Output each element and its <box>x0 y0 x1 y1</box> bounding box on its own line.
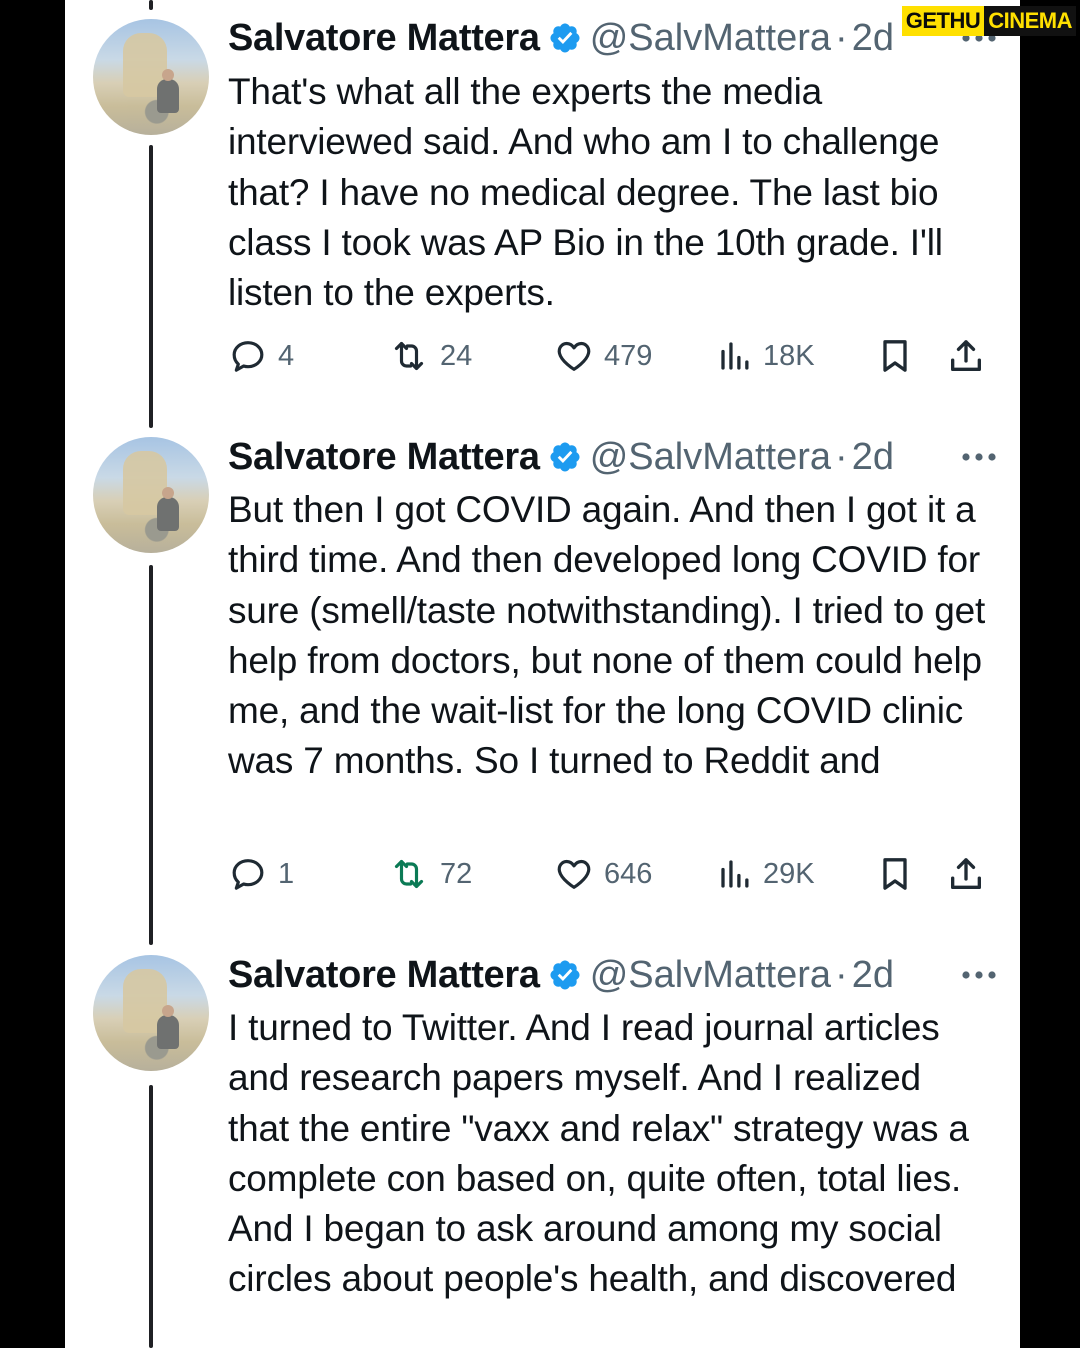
verified-badge-icon <box>548 440 582 474</box>
share-icon <box>951 340 981 371</box>
share-button[interactable] <box>946 331 986 381</box>
more-options-icon[interactable] <box>960 433 998 481</box>
author-handle[interactable]: @SalvMattera <box>590 954 831 997</box>
reply-icon <box>232 341 264 372</box>
reply-button[interactable]: 4 <box>228 331 294 381</box>
repost-button[interactable]: 24 <box>388 331 472 381</box>
share-button[interactable] <box>946 849 986 899</box>
author-name[interactable]: Salvatore Mattera <box>228 954 540 997</box>
views-button[interactable]: 29K <box>717 849 815 899</box>
separator: · <box>835 16 848 59</box>
thread-line <box>149 145 153 428</box>
verified-badge-icon <box>548 958 582 992</box>
analytics-icon <box>721 860 749 888</box>
reply-button[interactable]: 1 <box>228 849 294 899</box>
tweet-header: Salvatore Mattera @SalvMattera · 2d <box>228 14 998 62</box>
bookmark-icon <box>883 858 907 890</box>
analytics-icon <box>721 342 749 370</box>
author-handle[interactable]: @SalvMattera <box>590 436 831 479</box>
reply-count: 4 <box>278 339 295 372</box>
thread-line <box>149 0 153 10</box>
tweet-header: Salvatore Mattera @SalvMattera · 2d <box>228 433 998 481</box>
avatar-person <box>157 1005 179 1049</box>
heart-icon <box>557 859 591 889</box>
tweet-actions: 4 24 479 18K <box>228 331 1008 381</box>
share-icon <box>951 858 981 889</box>
view-count: 29K <box>763 857 815 890</box>
views-button[interactable]: 18K <box>717 331 815 381</box>
timestamp[interactable]: 2d <box>852 17 894 60</box>
avatar[interactable] <box>93 955 209 1071</box>
bookmark-button[interactable] <box>875 331 915 381</box>
reply-count: 1 <box>278 857 295 890</box>
repost-button[interactable]: 72 <box>388 849 472 899</box>
repost-icon <box>394 341 424 371</box>
bookmark-icon <box>883 340 907 372</box>
like-count: 646 <box>604 857 653 890</box>
more-options-icon[interactable] <box>960 951 998 999</box>
like-button[interactable]: 646 <box>554 849 652 899</box>
author-name[interactable]: Salvatore Mattera <box>228 17 540 60</box>
watermark-logo: GETHU CINEMA <box>901 6 1076 36</box>
author-name[interactable]: Salvatore Mattera <box>228 436 540 479</box>
thread-line <box>149 565 153 945</box>
tweet-text: But then I got COVID again. And then I g… <box>228 489 986 782</box>
like-count: 479 <box>604 339 653 372</box>
avatar-person <box>157 487 179 531</box>
reply-icon <box>232 859 264 890</box>
separator: · <box>835 435 848 478</box>
heart-icon <box>557 341 591 371</box>
tweet-text: That's what all the experts the media in… <box>228 71 943 314</box>
tweet-actions: 1 72 646 29K <box>228 849 1008 899</box>
repost-count: 72 <box>440 857 473 890</box>
thread-line <box>149 1085 153 1348</box>
timestamp[interactable]: 2d <box>852 436 894 479</box>
avatar-person <box>157 69 179 113</box>
watermark-part2: CINEMA <box>984 6 1076 36</box>
tweet-header: Salvatore Mattera @SalvMattera · 2d <box>228 951 998 999</box>
avatar[interactable] <box>93 437 209 553</box>
watermark-part1: GETHU <box>901 6 985 36</box>
view-count: 18K <box>763 339 815 372</box>
repost-count: 24 <box>440 339 473 372</box>
author-handle[interactable]: @SalvMattera <box>590 17 831 60</box>
verified-badge-icon <box>548 21 582 55</box>
separator: · <box>835 953 848 996</box>
bookmark-button[interactable] <box>875 849 915 899</box>
repost-icon <box>394 859 424 889</box>
avatar[interactable] <box>93 19 209 135</box>
timestamp[interactable]: 2d <box>852 954 894 997</box>
like-button[interactable]: 479 <box>554 331 652 381</box>
tweet-text: I turned to Twitter. And I read journal … <box>228 1007 969 1300</box>
timeline-panel: Salvatore Mattera @SalvMattera · 2d That… <box>65 0 1020 1348</box>
